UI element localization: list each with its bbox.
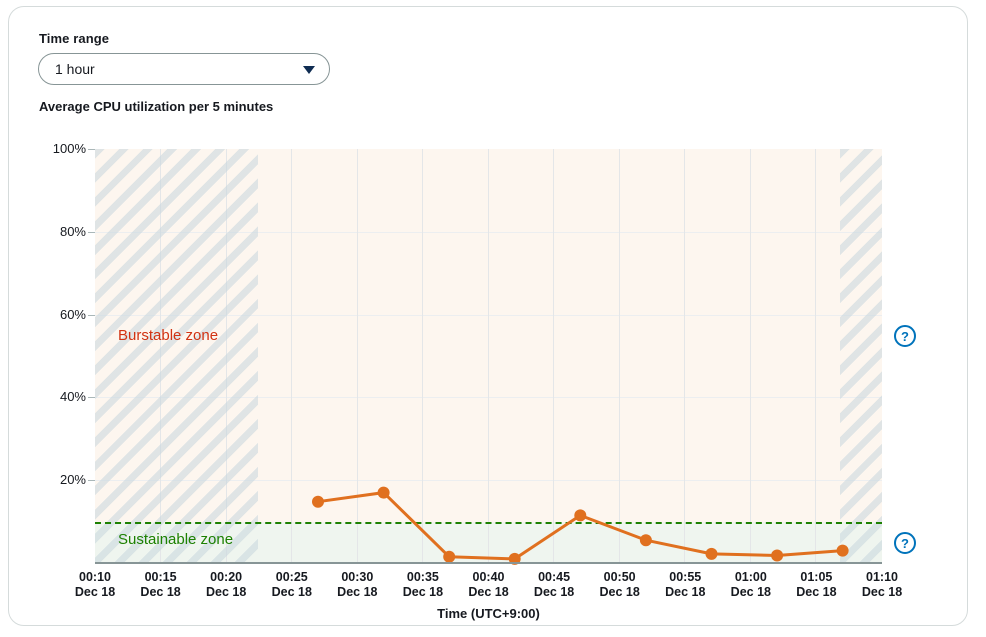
svg-text:?: ?	[901, 329, 909, 344]
y-tick-mark-100	[88, 149, 95, 150]
data-point[interactable]	[771, 549, 784, 562]
svg-text:?: ?	[901, 536, 909, 551]
y-tick-mark-80	[88, 231, 95, 233]
data-point[interactable]	[836, 544, 849, 557]
y-tick-mark-40	[88, 397, 95, 399]
y-tick-60: 60%	[59, 306, 86, 322]
data-point[interactable]	[312, 495, 324, 508]
y-axis: 100% 80% 60% 40% 20%	[20, 0, 86, 637]
y-tick-40: 40%	[59, 389, 86, 405]
x-axis-line	[95, 562, 882, 564]
help-circle-icon[interactable]: ?	[893, 324, 917, 348]
data-point[interactable]	[443, 550, 456, 563]
cpu-utilization-chart: Burstable zone Sustainable zone 100% 80%…	[0, 0, 986, 637]
data-point[interactable]	[705, 547, 718, 560]
y-tick-mark-60	[88, 314, 95, 316]
x-axis-title: Time (UTC+9:00)	[437, 606, 540, 621]
y-tick-mark-20	[88, 480, 95, 482]
help-circle-icon[interactable]: ?	[893, 531, 917, 555]
data-point[interactable]	[377, 486, 390, 499]
data-point[interactable]	[639, 534, 652, 547]
x-tick-01-10: 01:10 Dec 18	[837, 570, 927, 600]
data-point[interactable]	[574, 509, 587, 522]
x-tick-date: Dec 18	[861, 585, 903, 599]
y-tick-80: 80%	[59, 223, 86, 239]
x-tick-time: 01:10	[866, 570, 898, 584]
y-tick-100: 100%	[52, 141, 86, 156]
data-series	[312, 486, 849, 565]
series-line	[316, 491, 845, 561]
y-tick-20: 20%	[59, 472, 86, 488]
